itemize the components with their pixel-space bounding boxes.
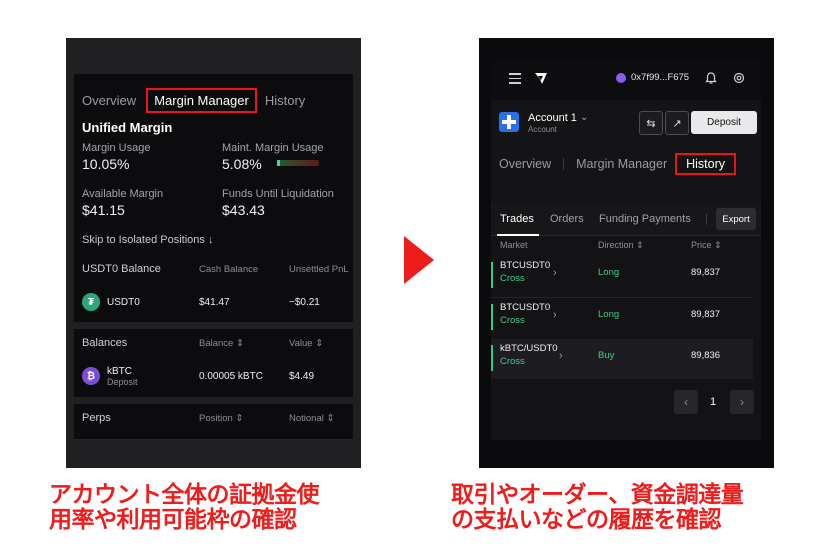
notional-col-header[interactable]: Notional ⇕ [289, 413, 334, 424]
position-col-header[interactable]: Position ⇕ [199, 413, 243, 424]
row-price: 89,836 [691, 350, 721, 361]
wallet-avatar-icon [616, 73, 626, 83]
tab-history[interactable]: History [265, 93, 305, 108]
usdt0-section-title: USDT0 Balance [82, 263, 161, 275]
next-page-button[interactable]: › [730, 390, 754, 414]
chevron-right-icon[interactable]: › [559, 350, 563, 362]
subtab-orders[interactable]: Orders [550, 213, 584, 225]
subtab-funding-payments[interactable]: Funding Payments [599, 213, 691, 225]
chevron-right-icon[interactable]: › [553, 309, 557, 321]
maint-margin-bar [277, 160, 319, 166]
row-margin-type: Cross [500, 315, 525, 326]
row-indicator [491, 304, 493, 330]
usdt0-token-name: USDT0 [107, 297, 140, 308]
tab-history[interactable]: History [675, 153, 737, 175]
row-margin-type: Cross [500, 356, 525, 367]
history-subtabs: Trades Orders Funding Payments Export [491, 204, 761, 236]
right-tab-bar: Overview Margin Manager History [499, 153, 748, 175]
margin-usage-value: 10.05% [82, 156, 130, 172]
left-caption-line2: 用率や利用可能枠の確認 [49, 507, 297, 533]
current-page[interactable]: 1 [705, 390, 721, 414]
app-frame: 0x7f99...F675 Account 1 ⌄ Account ⇆ ↗ De… [491, 60, 761, 440]
usdt0-balance-section: USDT0 Balance Cash Balance Unsettled PnL… [74, 256, 353, 322]
table-row[interactable]: kBTC/USDT0 Cross › Buy 89,836 [491, 339, 753, 379]
value-col-header[interactable]: Value ⇕ [289, 338, 323, 349]
row-indicator [491, 262, 493, 288]
available-margin-value: $41.15 [82, 202, 125, 218]
row-direction: Buy [598, 350, 615, 361]
tab-separator [563, 158, 565, 170]
right-arrow-icon [404, 236, 434, 284]
kbtc-balance-value: 0.00005 kBTC [199, 371, 263, 382]
subtab-trades[interactable]: Trades [500, 213, 534, 225]
table-row[interactable]: BTCUSDT0 Cross › Long 89,837 [491, 256, 753, 296]
right-caption-line1: 取引やオーダー、資金調達量 [451, 482, 744, 508]
usdt0-token-icon: ₮ [82, 293, 100, 311]
tab-margin-manager[interactable]: Margin Manager [146, 88, 257, 113]
kbtc-token-sub: Deposit [107, 377, 138, 387]
gear-icon[interactable] [732, 71, 746, 85]
margin-overview-card: Overview Margin Manager History Unified … [74, 74, 353, 256]
deposit-button[interactable]: Deposit [691, 111, 757, 134]
direction-col-header[interactable]: Direction ⇕ [598, 240, 644, 251]
right-caption-line2: の支払いなどの履歴を確認 [451, 507, 722, 533]
row-direction: Long [598, 267, 620, 278]
hamburger-menu-icon[interactable] [509, 73, 521, 84]
account-sub: Account [528, 125, 557, 134]
row-indicator [491, 345, 493, 371]
usdt0-cash-value: $41.47 [199, 297, 230, 308]
active-subtab-indicator [497, 234, 539, 236]
right-screenshot: 0x7f99...F675 Account 1 ⌄ Account ⇆ ↗ De… [479, 38, 774, 468]
account-avatar-icon [499, 112, 519, 132]
funds-until-liq-label: Funds Until Liquidation [222, 188, 334, 200]
price-col-header[interactable]: Price ⇕ [691, 240, 722, 251]
unsettled-pnl-header: Unsettled PnL [289, 264, 349, 275]
row-price: 89,837 [691, 267, 721, 278]
tab-overview[interactable]: Overview [82, 93, 136, 108]
maint-margin-label: Maint. Margin Usage [222, 142, 324, 154]
balances-section: Balances Balance ⇕ Value ⇕ ₿ kBTC Deposi… [74, 329, 353, 397]
balance-col-header[interactable]: Balance ⇕ [199, 338, 244, 349]
row-market: BTCUSDT0 [500, 260, 551, 271]
left-screenshot: Overview Margin Manager History Unified … [66, 38, 361, 468]
table-row[interactable]: BTCUSDT0 Cross › Long 89,837 [491, 298, 753, 338]
row-market: BTCUSDT0 [500, 302, 551, 313]
tab-overview[interactable]: Overview [499, 157, 551, 171]
export-button[interactable]: Export [716, 208, 756, 230]
wallet-address[interactable]: 0x7f99...F675 [631, 72, 689, 83]
chevron-down-icon[interactable]: ⌄ [580, 112, 588, 123]
prev-page-button[interactable]: ‹ [674, 390, 698, 414]
transfer-icon[interactable]: ⇆ [639, 111, 663, 135]
available-margin-label: Available Margin [82, 188, 164, 200]
top-bar: 0x7f99...F675 [491, 60, 761, 100]
row-margin-type: Cross [500, 273, 525, 284]
left-tab-bar: Overview Margin Manager History [82, 88, 319, 113]
usdt0-unsettled-value: −$0.21 [289, 297, 320, 308]
perps-section: Perps Position ⇕ Notional ⇕ [74, 404, 353, 440]
tab-margin-manager[interactable]: Margin Manager [576, 157, 667, 171]
margin-usage-label: Margin Usage [82, 142, 151, 154]
subtab-divider [706, 214, 707, 225]
balances-section-title: Balances [82, 337, 128, 349]
maint-margin-value: 5.08% [222, 156, 262, 172]
skip-to-isolated-link[interactable]: Skip to Isolated Positions ↓ [82, 234, 213, 246]
perps-section-title: Perps [82, 412, 111, 424]
market-col-header: Market [500, 240, 528, 250]
row-direction: Long [598, 309, 620, 320]
account-name[interactable]: Account 1 [528, 112, 577, 124]
unified-margin-title: Unified Margin [82, 120, 173, 135]
kbtc-token-icon: ₿ [82, 367, 100, 385]
cash-balance-header: Cash Balance [199, 264, 259, 275]
funds-until-liq-value: $43.43 [222, 202, 265, 218]
row-price: 89,837 [691, 309, 721, 320]
chevron-right-icon[interactable]: › [553, 267, 557, 279]
kbtc-token-name: kBTC [107, 366, 132, 377]
bell-icon[interactable] [704, 71, 718, 85]
external-link-icon[interactable]: ↗ [665, 111, 689, 135]
app-logo-icon[interactable] [533, 70, 549, 86]
kbtc-value: $4.49 [289, 371, 315, 382]
left-caption-line1: アカウント全体の証拠金使 [49, 482, 320, 508]
row-market: kBTC/USDT0 [500, 343, 558, 354]
